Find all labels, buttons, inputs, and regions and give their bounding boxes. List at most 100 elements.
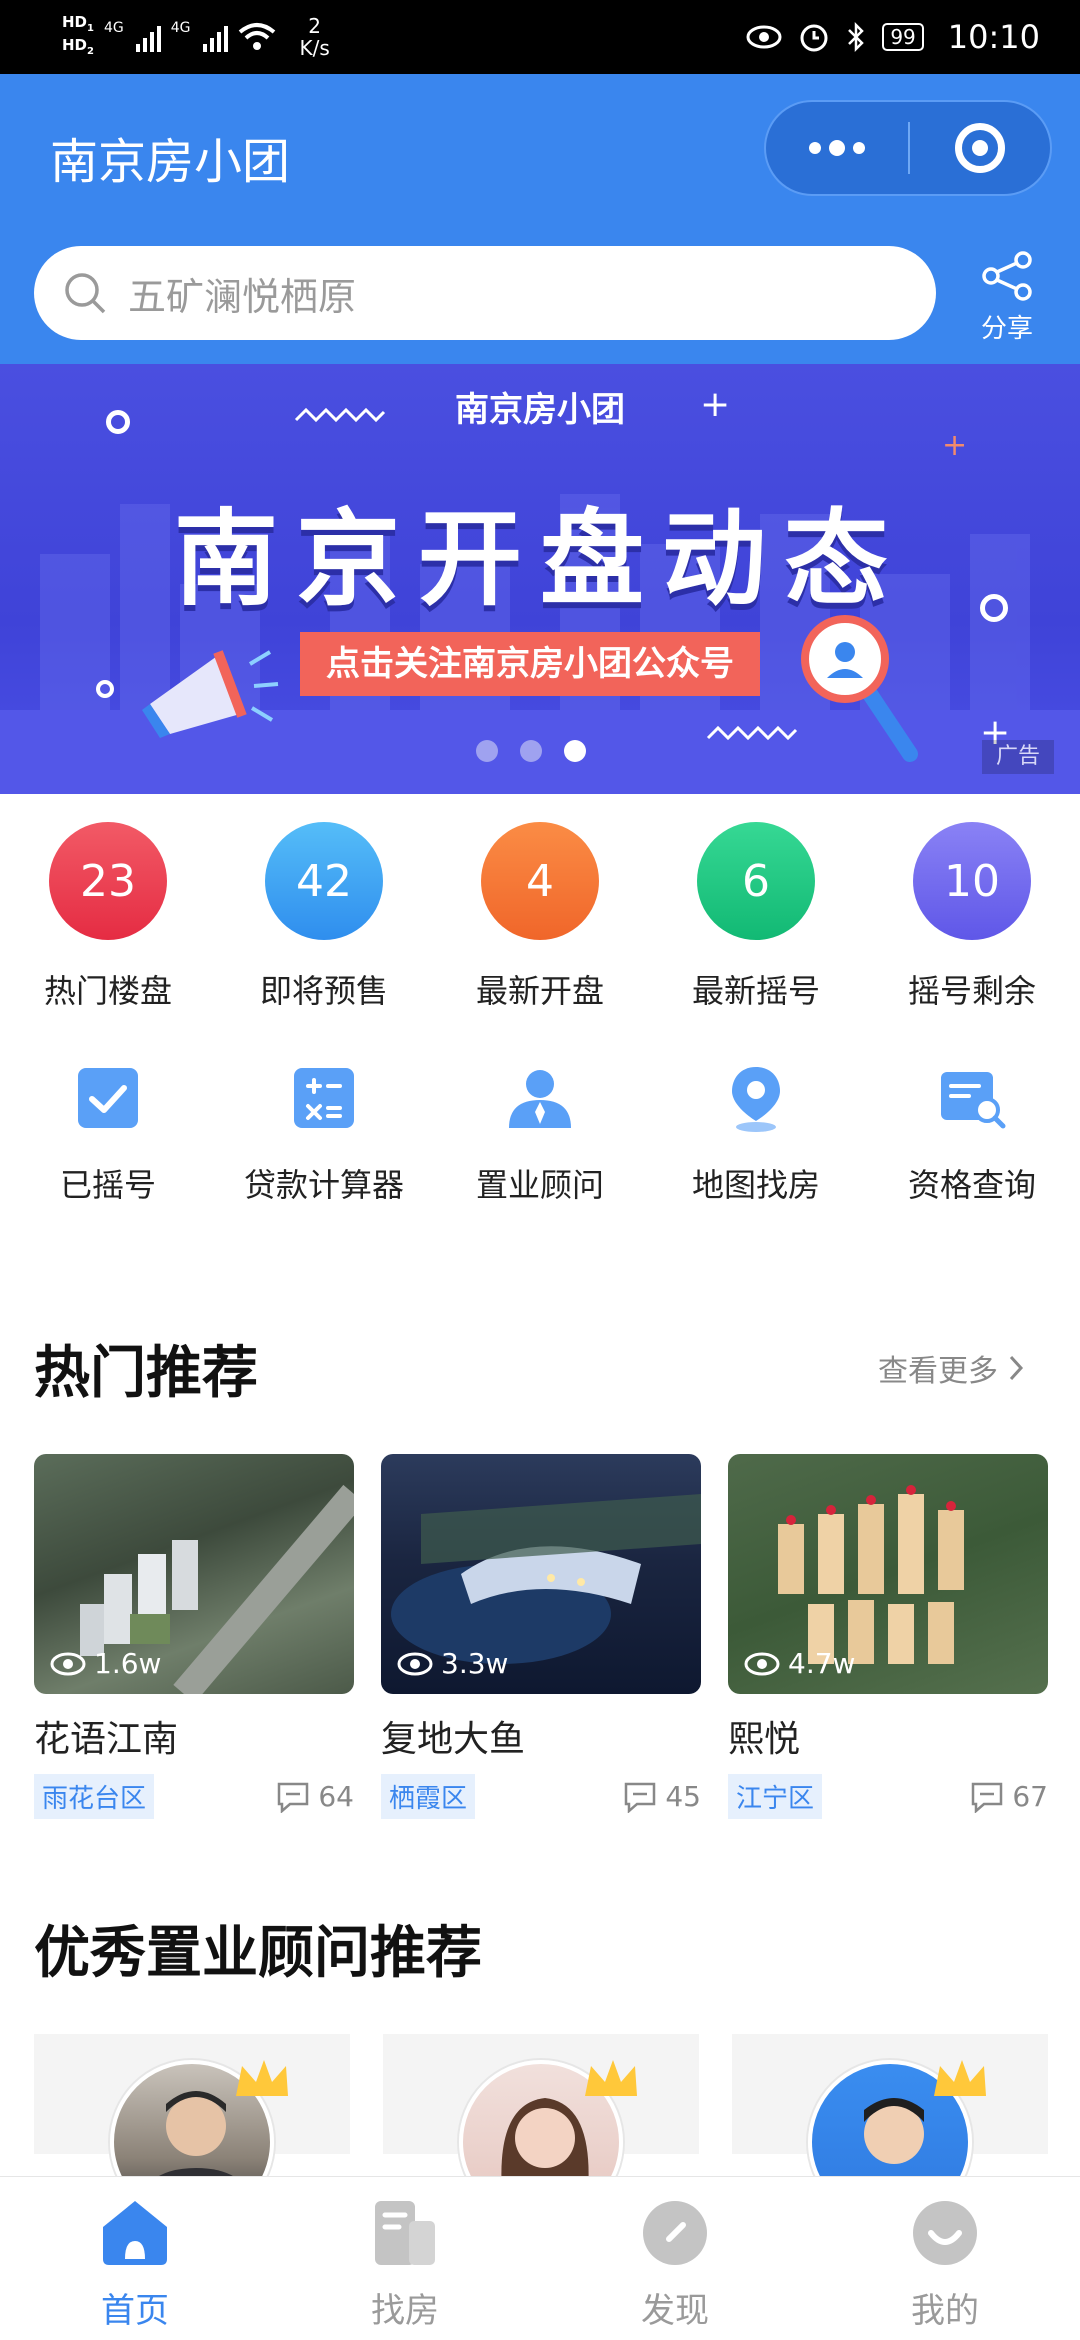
property-card[interactable]: 3.3w 复地大鱼 栖霞区 45 [381,1454,701,1819]
map-pin-icon [716,1058,796,1138]
section-title-hot: 热门推荐 [34,1341,258,1406]
property-name: 熙悦 [728,1719,801,1760]
stat-upcoming-presale[interactable]: 42 即将预售 [216,822,432,1012]
stat-count: 4 [481,822,599,940]
comment-count-value: 45 [665,1780,701,1813]
share-icon [982,251,1032,301]
search-icon [65,273,106,314]
stat-label: 即将预售 [259,972,388,1010]
tab-home[interactable]: 首页 [0,2177,270,2340]
tool-loan-calculator[interactable]: 贷款计算器 [216,1058,432,1206]
advisor-card[interactable] [34,2034,350,2224]
stat-lottery-remaining[interactable]: 10 摇号剩余 [864,822,1080,1012]
status-bar: HD1 HD2 4G 4G 2 K/s 99 10:10 [0,0,1080,74]
advisor-card[interactable] [732,2034,1048,2224]
crown-icon [934,2060,986,2096]
signal-icon [135,22,161,52]
tool-label: 已摇号 [59,1166,156,1204]
tab-profile[interactable]: 我的 [810,2177,1080,2340]
tool-label: 置业顾问 [475,1166,604,1204]
property-card[interactable]: 4.7w 熙悦 江宁区 67 [728,1454,1048,1819]
property-name: 复地大鱼 [381,1719,526,1760]
wifi-icon [238,23,275,50]
carousel-indicator [476,740,586,762]
miniprogram-capsule [764,100,1052,196]
district-tag: 栖霞区 [381,1774,476,1819]
stat-label: 热门楼盘 [43,972,172,1010]
stat-hot-projects[interactable]: 23 热门楼盘 [0,822,216,1012]
stat-count: 42 [265,822,383,940]
share-label: 分享 [980,314,1033,344]
view-count-value: 1.6w [94,1647,162,1680]
ring-decoration [96,680,114,698]
tab-label: 找房 [371,2291,439,2331]
advisor-list [34,2034,1048,2224]
district-tag: 江宁区 [728,1774,823,1819]
stat-count: 10 [913,822,1031,940]
home-icon [103,2201,167,2265]
stat-latest-opening[interactable]: 4 最新开盘 [432,822,648,1012]
tools-grid: 已摇号 贷款计算器 置业顾问 地图找房 资格查询 [0,1058,1080,1206]
profile-icon [913,2201,977,2265]
comment-count: 45 [623,1780,701,1813]
crown-icon [236,2060,288,2096]
advisor-icon [500,1058,580,1138]
district-tag: 雨花台区 [34,1774,155,1819]
battery-icon: 99 [882,23,924,51]
tool-eligibility-check[interactable]: 资格查询 [864,1058,1080,1206]
comment-count: 64 [276,1780,354,1813]
network-speed: 2 K/s [299,14,330,60]
tab-discover[interactable]: 发现 [540,2177,810,2340]
banner-headline: 南京开盘动态 [173,498,906,620]
search-bar[interactable]: 五矿澜悦栖原 [34,246,936,340]
tab-label: 首页 [101,2291,169,2331]
stats-grid: 23 热门楼盘 42 即将预售 4 最新开盘 6 最新摇号 10 摇号剩余 [0,822,1080,1012]
comment-icon [972,1782,1003,1813]
view-count: 3.3w [397,1647,508,1680]
tool-drawn-lottery[interactable]: 已摇号 [0,1058,216,1206]
eye-icon [50,1652,86,1675]
view-count: 1.6w [50,1647,161,1680]
search-placeholder: 五矿澜悦栖原 [128,274,357,319]
tool-label: 地图找房 [691,1166,820,1204]
section-title-advisors: 优秀置业顾问推荐 [34,1921,482,1986]
tool-property-advisor[interactable]: 置业顾问 [432,1058,648,1206]
tool-map-search[interactable]: 地图找房 [648,1058,864,1206]
app-header: 南京房小团 五矿澜悦栖原 分享 [0,74,1080,364]
tab-find-house[interactable]: 找房 [270,2177,540,2340]
view-count-value: 4.7w [788,1647,856,1680]
comment-count: 67 [970,1780,1048,1813]
more-menu-button[interactable] [766,102,908,194]
stat-label: 摇号剩余 [907,972,1036,1010]
stat-label: 最新摇号 [691,972,820,1010]
property-card[interactable]: 1.6w 花语江南 雨花台区 64 [34,1454,354,1819]
ad-label: 广告 [982,740,1054,774]
find-house-icon [375,2201,435,2265]
document-search-icon [932,1058,1012,1138]
advisor-card[interactable] [383,2034,699,2224]
compass-icon [643,2201,707,2265]
hd-indicator: HD1 HD2 [62,13,94,58]
close-miniprogram-button[interactable] [910,123,1050,173]
network-type-1: 4G [103,20,124,36]
banner-brand: 南京房小团 [455,390,625,430]
comment-icon [625,1782,656,1813]
banner-cta[interactable]: 点击关注南京房小团公众号 [300,632,760,696]
comment-icon [278,1782,309,1813]
network-type-2: 4G [170,20,191,36]
stat-count: 23 [49,822,167,940]
megaphone-icon [142,650,279,738]
share-button[interactable]: 分享 [970,250,1044,345]
stat-latest-lottery[interactable]: 6 最新摇号 [648,822,864,1012]
property-night-render-image: 3.3w [381,1454,701,1694]
promo-banner[interactable]: + + + 南京房小团 南京开盘动态 点击关注南京房小团公众号 广告 [0,364,1080,794]
target-icon [955,123,1005,173]
property-aerial-image: 1.6w [34,1454,354,1694]
wave-decoration [706,725,798,741]
property-card-list: 1.6w 花语江南 雨花台区 64 3.3w 复地大鱼 栖霞区 45 4.7w … [34,1454,1048,1819]
view-more-label: 查看更多 [878,1354,998,1389]
chevron-right-icon [1009,1355,1024,1381]
bottom-tab-bar: 首页 找房 发现 我的 [0,2176,1080,2340]
view-more-link[interactable]: 查看更多 [878,1346,1024,1390]
crown-icon [585,2060,637,2096]
